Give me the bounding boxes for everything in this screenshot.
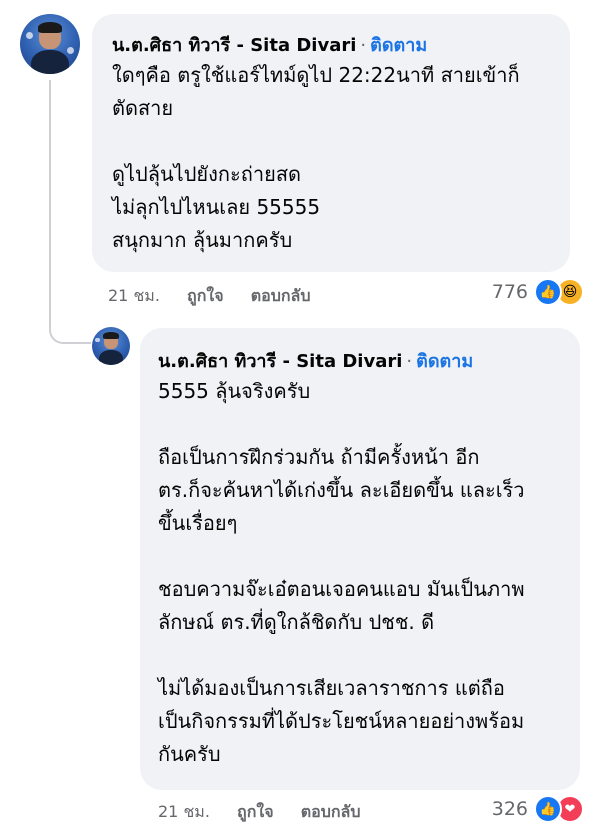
comment-text: 5555 ลุ้นจริงครับ ถือเป็นการฝึกร่วมกัน ถ… <box>158 375 525 771</box>
comment-author-name[interactable]: น.ต.ศิธา ทิวารี - Sita Divari <box>158 351 402 372</box>
comment-line: กันครับ <box>158 742 221 766</box>
comment-line <box>112 125 520 158</box>
reaction-summary[interactable]: 776 👍 😆 <box>492 278 584 306</box>
reply-button[interactable]: ตอบกลับ <box>251 286 311 305</box>
comment-author-line: น.ต.ศิธา ทิวารี - Sita Divari · ติดตาม <box>158 346 473 375</box>
comment-text: ใดๆคือ ตรูใช้แอร์ไทม์ดูไป 22:22นาที สายเ… <box>112 59 520 257</box>
reply-button[interactable]: ตอบกลับ <box>301 802 361 821</box>
reaction-summary[interactable]: 326 👍 ❤ <box>492 795 584 823</box>
like-button[interactable]: ถูกใจ <box>187 286 224 305</box>
comment-line <box>158 408 525 441</box>
comment-time[interactable]: 21 ชม. <box>108 286 160 305</box>
comment-line: ตัดสาย <box>112 96 174 120</box>
separator-dot: · <box>360 35 367 56</box>
comment-author-line: น.ต.ศิธา ทิวารี - Sita Divari · ติดตาม <box>112 30 427 59</box>
comment-line: ไม่ได้มองเป็นการเสียเวลาราชการ แต่ถือ <box>158 676 505 700</box>
comment-line <box>158 540 525 573</box>
comment-line: 5555 ลุ้นจริงครับ <box>158 379 311 403</box>
comment-line <box>158 639 525 672</box>
comment-line: ขึ้นเรื่อยๆ <box>158 511 238 535</box>
like-icon: 👍 <box>534 795 562 823</box>
comment-line: ใดๆคือ ตรูใช้แอร์ไทม์ดูไป 22:22นาที สายเ… <box>112 63 520 87</box>
like-icon: 👍 <box>534 278 562 306</box>
follow-button[interactable]: ติดตาม <box>370 35 427 56</box>
thread-line <box>49 80 51 330</box>
comment-bubble: น.ต.ศิธา ทิวารี - Sita Divari · ติดตาม ใดๆ… <box>92 14 570 272</box>
comment-line: เป็นกิจกรรมที่ได้ประโยชน์หลายอย่างพร้อม <box>158 709 525 733</box>
comment-author-name[interactable]: น.ต.ศิธา ทิวารี - Sita Divari <box>112 35 356 56</box>
comment-line: ลักษณ์ ตร.ที่ดูใกล้ชิดกับ ปชช. ดี <box>158 610 435 634</box>
comment-time[interactable]: 21 ชม. <box>158 802 210 821</box>
follow-button[interactable]: ติดตาม <box>416 351 473 372</box>
thread-connector <box>49 312 91 344</box>
reaction-count: 326 <box>491 798 528 820</box>
comment-line: ชอบความจ๊ะเอ๋ตอนเจอคนแอบ มันเป็นภาพ <box>158 577 525 601</box>
comment-line: ตร.ก็จะค้นหาได้เก่งขึ้น ละเอียดขึ้น และเ… <box>158 478 525 502</box>
avatar[interactable] <box>20 14 80 74</box>
like-button[interactable]: ถูกใจ <box>237 802 274 821</box>
separator-dot: · <box>406 351 413 372</box>
avatar[interactable] <box>92 327 130 365</box>
comment-line: ดูไปลุ้นไปยังกะถ่ายสด <box>112 162 302 186</box>
reaction-count: 776 <box>491 281 528 303</box>
comment-bubble: น.ต.ศิธา ทิวารี - Sita Divari · ติดตาม 555… <box>140 328 580 790</box>
comment-line: ไม่ลุกไปไหนเลย 55555 <box>112 195 321 219</box>
comment-line: สนุกมาก ลุ้นมากครับ <box>112 228 293 252</box>
comment-line: ถือเป็นการฝึกร่วมกัน ถ้ามีครั้งหน้า อีก <box>158 445 480 469</box>
comment-actions: 21 ชม. ถูกใจ ตอบกลับ <box>158 800 383 825</box>
comment-actions: 21 ชม. ถูกใจ ตอบกลับ <box>108 284 333 309</box>
